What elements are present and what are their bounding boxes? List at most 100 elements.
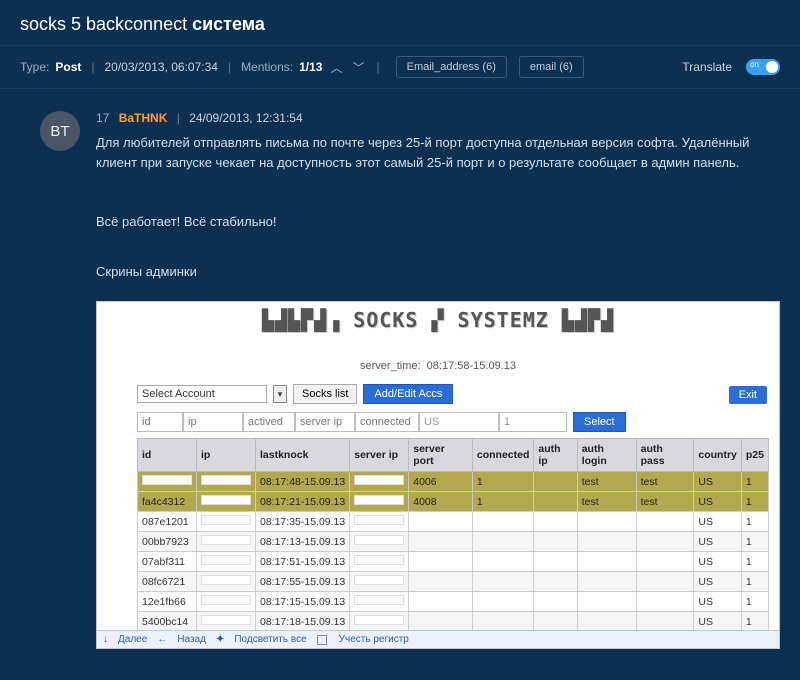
- cell: [350, 592, 409, 612]
- cell: [577, 572, 636, 592]
- cell: [534, 512, 577, 532]
- separator: |: [91, 60, 94, 74]
- cell: 08:17:18-15.09.13: [256, 612, 350, 632]
- cell: 08:17:35-15.09.13: [256, 512, 350, 532]
- footer-highlight[interactable]: Подсветить все: [234, 634, 306, 645]
- col-auth-pass[interactable]: auth pass: [636, 439, 694, 472]
- title-bold: система: [192, 14, 265, 34]
- filter-p25[interactable]: [499, 412, 567, 432]
- tag-email-address[interactable]: Email_address (6): [396, 56, 507, 78]
- cell: [350, 572, 409, 592]
- case-checkbox[interactable]: [317, 635, 327, 645]
- table-row[interactable]: 08fc672108:17:55-15.09.13US1: [138, 572, 769, 592]
- filter-server-ip[interactable]: [295, 412, 355, 432]
- cell: 1: [741, 532, 768, 552]
- post-paragraph: Всё работает! Всё стабильно!: [96, 212, 770, 232]
- table-header-row: idiplastknockserver ipserver portconnect…: [138, 439, 769, 472]
- mention-prev-icon[interactable]: ︿: [328, 59, 344, 76]
- filter-country[interactable]: [419, 412, 499, 432]
- cell: 08fc6721: [138, 572, 197, 592]
- filter-actived[interactable]: [243, 412, 295, 432]
- cell: [534, 492, 577, 512]
- cell: fa4c4312: [138, 492, 197, 512]
- col-ip[interactable]: ip: [197, 439, 256, 472]
- cell: [197, 612, 256, 632]
- filter-id[interactable]: [137, 412, 183, 432]
- cell: test: [636, 472, 694, 492]
- add-edit-accs-button[interactable]: Add/Edit Accs: [363, 384, 453, 404]
- cell: [197, 492, 256, 512]
- post-timestamp: 24/09/2013, 12:31:54: [189, 111, 302, 125]
- col-server-ip[interactable]: server ip: [350, 439, 409, 472]
- cell: [636, 512, 694, 532]
- cell: [472, 592, 534, 612]
- col-auth-login[interactable]: auth login: [577, 439, 636, 472]
- cell: [636, 572, 694, 592]
- mention-next-icon[interactable]: ﹀: [350, 59, 366, 76]
- table-row[interactable]: 12e1fb6608:17:15-15.09.13US1: [138, 592, 769, 612]
- cell: [472, 552, 534, 572]
- cell: 1: [472, 472, 534, 492]
- col-lastknock[interactable]: lastknock: [256, 439, 350, 472]
- exit-button[interactable]: Exit: [729, 386, 767, 404]
- socks-list-button[interactable]: Socks list: [293, 384, 357, 404]
- cell: [577, 612, 636, 632]
- col-connected[interactable]: connected: [472, 439, 534, 472]
- cell: 1: [472, 492, 534, 512]
- cell: [636, 612, 694, 632]
- select-button[interactable]: Select: [573, 412, 626, 432]
- cell: [636, 552, 694, 572]
- footer-case[interactable]: Учесть регистр: [339, 634, 409, 645]
- cell: [472, 512, 534, 532]
- server-time: server_time: 08:17:58-15.09.13: [97, 360, 779, 372]
- cell: 00bb7923: [138, 532, 197, 552]
- highlight-icon[interactable]: ✦: [216, 634, 224, 645]
- cell: [409, 552, 473, 572]
- cell: [577, 592, 636, 612]
- table-row[interactable]: fa4c431208:17:21-15.09.1340081testtestUS…: [138, 492, 769, 512]
- mentions-label: Mentions:: [241, 60, 293, 74]
- back-icon[interactable]: ←: [157, 634, 167, 645]
- tag-email[interactable]: email (6): [519, 56, 584, 78]
- col-id[interactable]: id: [138, 439, 197, 472]
- footer-back[interactable]: Назад: [177, 634, 206, 645]
- filter-ip[interactable]: [183, 412, 243, 432]
- table-row[interactable]: 08:17:48-15.09.1340061testtestUS1: [138, 472, 769, 492]
- footer-next[interactable]: Далее: [118, 634, 147, 645]
- translate-toggle[interactable]: on: [746, 59, 780, 75]
- cell: [534, 572, 577, 592]
- post-author[interactable]: BaTHNK: [119, 111, 168, 125]
- table-row[interactable]: 07abf31108:17:51-15.09.13US1: [138, 552, 769, 572]
- filter-connected[interactable]: [355, 412, 419, 432]
- cell: 1: [741, 472, 768, 492]
- admin-controls: Select Account ▾ Socks list Add/Edit Acc…: [97, 380, 779, 410]
- cell: [472, 572, 534, 592]
- cell: [472, 612, 534, 632]
- cell: 08:17:48-15.09.13: [256, 472, 350, 492]
- cell: 1: [741, 612, 768, 632]
- cell: 08:17:55-15.09.13: [256, 572, 350, 592]
- cell: US: [694, 572, 742, 592]
- table-row[interactable]: 5400bc1408:17:18-15.09.13US1: [138, 612, 769, 632]
- cell: [409, 612, 473, 632]
- col-p25[interactable]: p25: [741, 439, 768, 472]
- table-row[interactable]: 087e120108:17:35-15.09.13US1: [138, 512, 769, 532]
- cell: [197, 512, 256, 532]
- account-select[interactable]: Select Account: [137, 385, 267, 403]
- cell: [350, 612, 409, 632]
- cell: 4006: [409, 472, 473, 492]
- table-row[interactable]: 00bb792308:17:13-15.09.13US1: [138, 532, 769, 552]
- col-server-port[interactable]: server port: [409, 439, 473, 472]
- cell: [409, 532, 473, 552]
- cell: US: [694, 612, 742, 632]
- cell: 07abf311: [138, 552, 197, 572]
- cell: test: [636, 492, 694, 512]
- cell: [534, 592, 577, 612]
- next-icon[interactable]: ↓: [103, 634, 108, 645]
- cell: [350, 492, 409, 512]
- dropdown-icon[interactable]: ▾: [273, 385, 287, 403]
- admin-footer: ↓ Далее ← Назад ✦ Подсветить все Учесть рег…: [97, 630, 779, 648]
- translate-label: Translate: [682, 60, 732, 74]
- col-auth-ip[interactable]: auth ip: [534, 439, 577, 472]
- col-country[interactable]: country: [694, 439, 742, 472]
